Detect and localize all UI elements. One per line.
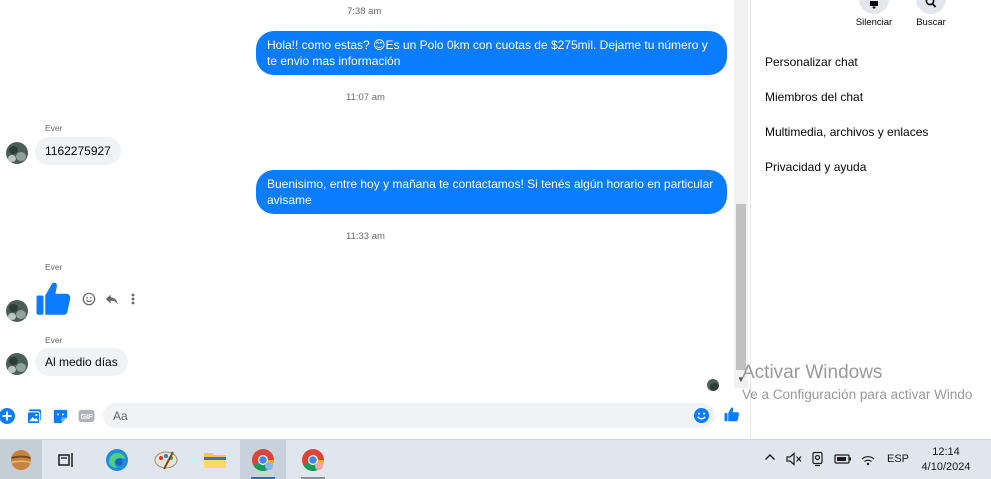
menu-chat-members[interactable]: Miembros del chat	[765, 90, 863, 104]
sticker-icon[interactable]	[51, 407, 69, 425]
activate-windows-subtitle: Ve a Configuración para activar Windo	[742, 387, 973, 402]
send-like-icon[interactable]	[723, 405, 741, 423]
menu-media-files-links[interactable]: Multimedia, archivos y enlaces	[765, 125, 928, 139]
timestamp: 11:33 am	[346, 231, 385, 242]
thumbs-up-icon	[36, 282, 71, 315]
paint-taskbar-button[interactable]	[143, 440, 189, 479]
react-icon[interactable]	[81, 291, 97, 307]
clock-time: 12:14	[932, 446, 960, 458]
file-explorer-button[interactable]	[192, 440, 238, 479]
chrome-icon	[302, 449, 324, 471]
reply-icon[interactable]	[103, 291, 119, 307]
gif-icon[interactable]: GIF	[77, 407, 95, 425]
avatar[interactable]	[6, 142, 28, 164]
chat-transcript[interactable]: 7:38 am Hola!! como estas? 😊Es un Polo 0…	[0, 0, 734, 400]
outgoing-message[interactable]: Hola!! como estas? 😊Es un Polo 0km con c…	[256, 31, 727, 75]
palette-icon	[154, 451, 178, 470]
avatar[interactable]	[6, 353, 28, 375]
chrome-icon	[252, 449, 274, 471]
battery-icon[interactable]	[834, 453, 852, 468]
taskbar-clock[interactable]: 12:14 4/10/2024	[916, 445, 976, 475]
show-hidden-icons-icon[interactable]	[764, 450, 776, 467]
search-label: Buscar	[916, 17, 946, 28]
outgoing-message[interactable]: Buenisimo, entre hoy y mañana te contact…	[256, 170, 727, 214]
clock-date: 4/10/2024	[921, 461, 971, 473]
speaker-muted-icon[interactable]	[786, 452, 802, 469]
message-composer: GIF	[0, 400, 750, 438]
sender-name: Ever	[45, 335, 63, 345]
task-view-icon	[58, 453, 73, 467]
chrome-taskbar-button-1[interactable]	[240, 440, 286, 479]
search-button[interactable]: Buscar	[906, 0, 956, 28]
incoming-message[interactable]: 1162275927	[35, 137, 121, 165]
timestamp: 11:07 am	[346, 92, 385, 103]
search-icon	[916, 0, 946, 14]
incoming-message[interactable]: Al medio días	[35, 348, 128, 376]
start-button[interactable]	[0, 440, 42, 479]
planet-logo-icon	[11, 450, 31, 470]
activate-windows-title: Activar Windows	[742, 362, 883, 383]
edge-icon	[106, 449, 128, 471]
avatar[interactable]	[6, 300, 28, 322]
chrome-taskbar-button-2[interactable]	[290, 440, 336, 479]
meet-now-icon[interactable]	[811, 451, 825, 470]
input-language-indicator[interactable]: ESP	[887, 453, 909, 465]
add-icon[interactable]	[0, 407, 16, 425]
emoji-icon[interactable]	[692, 406, 710, 424]
menu-customize-chat[interactable]: Personalizar chat	[765, 55, 858, 69]
timestamp: 7:38 am	[347, 6, 382, 17]
edge-taskbar-button[interactable]	[94, 440, 140, 479]
seen-receipt-avatar	[707, 379, 719, 391]
wifi-icon[interactable]	[861, 452, 875, 469]
sender-name: Ever	[45, 262, 63, 272]
like-sticker[interactable]	[33, 278, 75, 320]
menu-privacy-support[interactable]: Privacidad y ayuda	[765, 160, 866, 174]
more-options-icon[interactable]	[125, 291, 141, 307]
windows-taskbar: ESP 12:14 4/10/2024	[0, 439, 991, 479]
svg-text:GIF: GIF	[80, 413, 92, 421]
task-view-button[interactable]	[43, 440, 89, 479]
app-window: 7:38 am Hola!! como estas? 😊Es un Polo 0…	[0, 0, 991, 479]
sender-name: Ever	[45, 123, 63, 133]
mute-button[interactable]: Silenciar	[849, 0, 899, 28]
mute-label: Silenciar	[855, 17, 893, 28]
photo-icon[interactable]	[25, 407, 43, 425]
scrollbar-thumb[interactable]	[736, 204, 746, 370]
folder-icon	[204, 453, 226, 468]
bell-icon	[859, 0, 889, 14]
message-input[interactable]	[103, 403, 715, 428]
